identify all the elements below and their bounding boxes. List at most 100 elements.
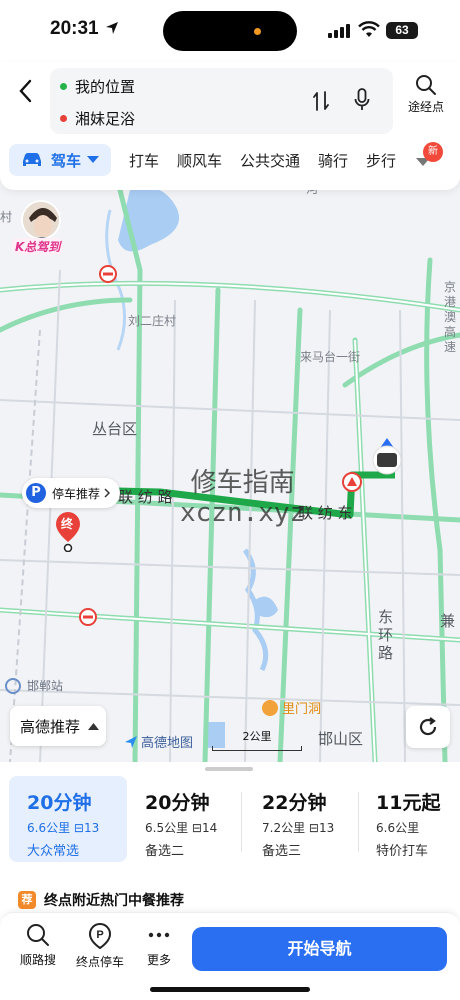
- along-route-search-label: 顺路搜: [19, 953, 56, 967]
- waypoint-label: 途经点: [407, 100, 444, 114]
- end-parking-button[interactable]: P 终点停车: [72, 923, 128, 970]
- map-label-village: 刘二庄村: [128, 314, 177, 328]
- waypoint-button[interactable]: 途经点: [400, 68, 452, 115]
- route-option-note: 备选三: [262, 844, 302, 859]
- gaode-recommend-button[interactable]: 高德推荐: [10, 706, 106, 746]
- road-name-lianfang-east: 联 纺 东: [298, 504, 353, 522]
- map-label-hanshan: 邯山区: [318, 730, 364, 748]
- tab-taxi[interactable]: 打车: [129, 150, 159, 171]
- bottom-action-bar: 顺路搜 P 终点停车 更多 开始导航: [0, 912, 460, 1000]
- dynamic-island: [163, 11, 297, 51]
- route-option-note: 特价打车: [376, 844, 429, 859]
- amap-logo-icon: [125, 735, 137, 748]
- status-bar: 20:31 63: [0, 0, 460, 62]
- map-scale: 2公里: [212, 728, 302, 751]
- route-option-note: 大众常选: [27, 844, 80, 859]
- parking-icon: P: [26, 483, 46, 503]
- tab-drive-label: 驾车: [51, 151, 82, 170]
- route-option-time: 22分钟: [262, 792, 327, 814]
- tab-drive[interactable]: 驾车: [9, 144, 111, 176]
- map-scale-label: 2公里: [242, 730, 272, 743]
- station-icon: [5, 677, 21, 694]
- no-entry-icon: [79, 608, 97, 626]
- route-option-note: 备选二: [145, 844, 185, 859]
- route-option-time: 20分钟: [145, 792, 210, 814]
- battery-indicator: 63: [386, 22, 418, 39]
- amap-logo-label: 高德地图: [141, 736, 194, 751]
- road-name-lianfang: 联 纺 路: [118, 488, 173, 506]
- search-icon: [416, 75, 436, 95]
- status-time: 20:31: [50, 18, 99, 39]
- location-arrow-icon: [106, 22, 118, 34]
- poi-limen-label: 里门洞: [282, 702, 322, 717]
- home-indicator: [150, 987, 310, 992]
- route-header: 我的位置 湘妹足浴 途经点 驾车 打车 顺风车 公共交通 骑行 步行 新: [0, 62, 460, 190]
- map-label-jian: 兼: [440, 612, 456, 630]
- end-parking-label: 终点停车: [75, 955, 124, 969]
- route-option-detail: 6.6公里: [376, 821, 420, 835]
- route-option-taxi[interactable]: 11元起 6.6公里 特价打车: [358, 776, 458, 862]
- route-option-detail: 6.6公里 ⊟13: [27, 821, 100, 835]
- poi-icon: [262, 699, 278, 716]
- tab-cycling[interactable]: 骑行: [318, 150, 348, 171]
- recommend-text: 终点附近热门中餐推荐: [44, 893, 184, 909]
- current-location-icon: [372, 438, 402, 475]
- travel-mode-tabs: 驾车 打车 顺风车 公共交通 骑行 步行 新: [0, 142, 460, 182]
- chevron-right-icon: [104, 488, 111, 498]
- destination-label: 湘妹足浴: [75, 109, 136, 128]
- divider: [241, 792, 242, 852]
- chevron-up-icon: [88, 722, 100, 730]
- route-option-detail: 6.5公里 ⊟14: [145, 821, 218, 835]
- avatar-voice-pack[interactable]: K总驾到: [6, 200, 76, 262]
- origin-dot: [60, 82, 67, 90]
- more-label: 更多: [146, 953, 171, 967]
- origin-field[interactable]: 我的位置: [50, 70, 135, 102]
- more-dots-icon: [148, 932, 170, 938]
- tab-carpool[interactable]: 顺风车: [177, 150, 222, 171]
- refresh-button[interactable]: [406, 706, 450, 748]
- route-option-time: 20分钟: [27, 792, 92, 814]
- parking-chip-label: 停车推荐: [52, 486, 101, 501]
- route-option-1[interactable]: 20分钟 6.6公里 ⊟13 大众常选: [9, 776, 127, 862]
- map-label-congtai: 丛台区: [92, 420, 138, 438]
- gaode-recommend-label: 高德推荐: [20, 717, 81, 736]
- recommend-icon: 荐: [18, 891, 36, 909]
- no-entry-icon: [99, 265, 117, 283]
- map-label-highway: 京港澳高速: [444, 280, 457, 354]
- along-route-search-button[interactable]: 顺路搜: [10, 923, 66, 968]
- end-marker: 终: [55, 512, 81, 556]
- parking-recommend-button[interactable]: P 停车推荐: [22, 478, 121, 508]
- route-option-3[interactable]: 22分钟 7.2公里 ⊟13 备选三: [244, 776, 356, 862]
- amap-logo: 高德地图: [124, 732, 193, 751]
- sheet-grab-handle[interactable]: [205, 767, 253, 771]
- avatar-badge: K总驾到: [12, 238, 64, 255]
- destination-field[interactable]: 湘妹足浴: [50, 102, 135, 134]
- swap-icon[interactable]: [312, 90, 330, 112]
- station-label: 邯郸站: [27, 679, 64, 693]
- route-option-2[interactable]: 20分钟 6.5公里 ⊟14 备选二: [127, 776, 239, 862]
- parking-pin-icon: P: [88, 923, 112, 949]
- wifi-icon: [358, 21, 380, 37]
- end-marker-label: 终: [61, 517, 74, 531]
- route-option-detail: 7.2公里 ⊟13: [262, 821, 335, 835]
- origin-label: 我的位置: [75, 77, 136, 96]
- svg-text:P: P: [96, 929, 103, 941]
- refresh-icon: [419, 717, 437, 736]
- more-button[interactable]: 更多: [131, 923, 187, 968]
- destination-dot: [60, 114, 67, 122]
- nearby-recommend-banner[interactable]: 荐 终点附近热门中餐推荐: [18, 890, 184, 910]
- start-navigation-button[interactable]: 开始导航: [192, 927, 447, 971]
- microphone-icon[interactable]: [354, 88, 370, 112]
- cellular-signal-icon: [328, 24, 350, 38]
- map-view[interactable]: 村 河 刘二庄村 来马台一街 京港澳高速 丛台区 东环路 兼 邯山区 K总驾到 …: [0, 150, 460, 762]
- chevron-down-icon: [87, 156, 100, 163]
- tab-walking[interactable]: 步行: [366, 150, 396, 171]
- map-label-laimatai: 来马台一街: [300, 350, 361, 364]
- map-label-donghuan: 东环路: [378, 608, 394, 662]
- avatar: [21, 200, 61, 240]
- station-poi[interactable]: 邯郸站: [5, 677, 63, 694]
- tab-transit[interactable]: 公共交通: [240, 150, 300, 171]
- back-button[interactable]: [14, 76, 38, 106]
- poi-limen[interactable]: 里门洞: [262, 698, 321, 717]
- start-marker: [342, 472, 362, 492]
